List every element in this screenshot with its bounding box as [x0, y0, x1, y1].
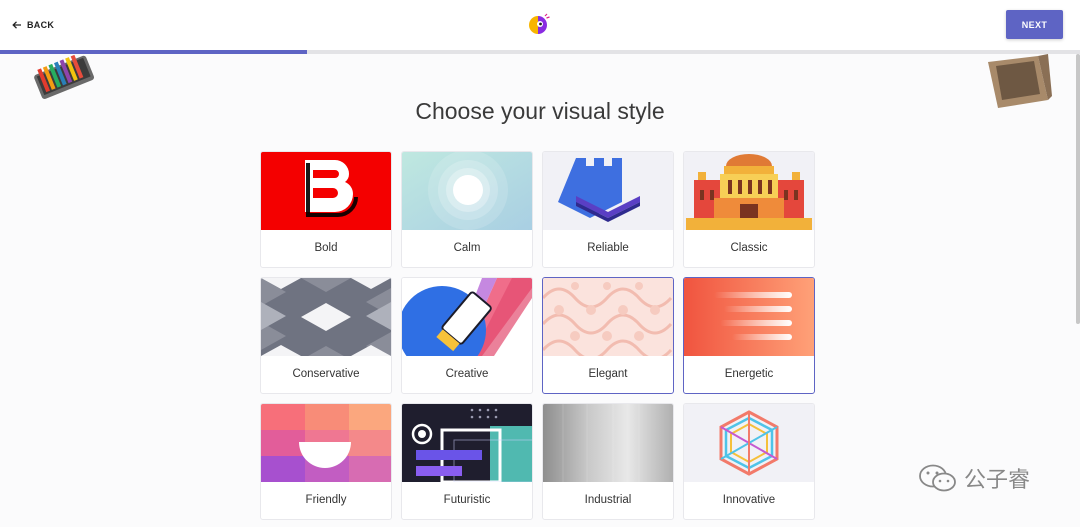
style-label: Friendly — [305, 494, 347, 506]
style-label: Industrial — [584, 494, 632, 506]
style-label: Innovative — [722, 494, 776, 506]
watermark: 公子睿 — [918, 462, 1030, 494]
style-card-industrial[interactable]: Industrial — [542, 403, 674, 520]
elegant-thumbnail — [543, 278, 673, 356]
innovative-thumbnail — [684, 404, 814, 482]
friendly-thumbnail — [261, 404, 391, 482]
style-label: Energetic — [724, 368, 774, 380]
futuristic-thumbnail — [402, 404, 532, 482]
page-title: Choose your visual style — [415, 98, 665, 124]
style-card-energetic[interactable]: Energetic — [683, 277, 815, 394]
logo-icon — [529, 13, 550, 34]
wechat-icon — [919, 464, 956, 492]
style-label: Reliable — [587, 242, 629, 254]
back-label: BACK — [27, 20, 55, 30]
style-card-futuristic[interactable]: Futuristic — [401, 403, 533, 520]
next-button[interactable]: NEXT — [1006, 10, 1063, 39]
style-card-calm[interactable]: Calm — [401, 151, 533, 268]
energetic-thumbnail — [684, 278, 814, 356]
industrial-thumbnail — [543, 404, 673, 482]
style-label: Creative — [445, 368, 489, 380]
style-card-creative[interactable]: Creative — [401, 277, 533, 394]
top-bar: BACK NEXT — [0, 0, 1080, 50]
pencil-case-illustration — [34, 54, 94, 100]
calm-thumbnail — [402, 152, 532, 230]
style-label: Conservative — [292, 368, 360, 380]
style-card-elegant[interactable]: Elegant — [542, 277, 674, 394]
style-card-innovative[interactable]: Innovative — [683, 403, 815, 520]
style-label: Classic — [730, 242, 768, 254]
style-label: Calm — [453, 242, 481, 254]
style-card-conservative[interactable]: Conservative — [260, 277, 392, 394]
style-label: Elegant — [588, 368, 628, 380]
bold-thumbnail — [261, 152, 391, 230]
style-label: Bold — [314, 242, 338, 254]
scrollbar[interactable] — [1076, 54, 1080, 324]
style-label: Futuristic — [443, 494, 491, 506]
creative-thumbnail — [402, 278, 532, 356]
watermark-text: 公子睿 — [964, 467, 1031, 492]
arrow-left-icon — [12, 21, 21, 29]
style-card-classic[interactable]: Classic — [683, 151, 815, 268]
style-card-bold[interactable]: Bold — [260, 151, 392, 268]
style-card-reliable[interactable]: Reliable — [542, 151, 674, 268]
classic-thumbnail — [684, 152, 814, 230]
progress-bar — [0, 50, 1080, 54]
reliable-thumbnail — [543, 152, 673, 230]
back-button[interactable]: BACK — [12, 18, 54, 32]
conservative-thumbnail — [261, 278, 391, 356]
style-card-friendly[interactable]: Friendly — [260, 403, 392, 520]
